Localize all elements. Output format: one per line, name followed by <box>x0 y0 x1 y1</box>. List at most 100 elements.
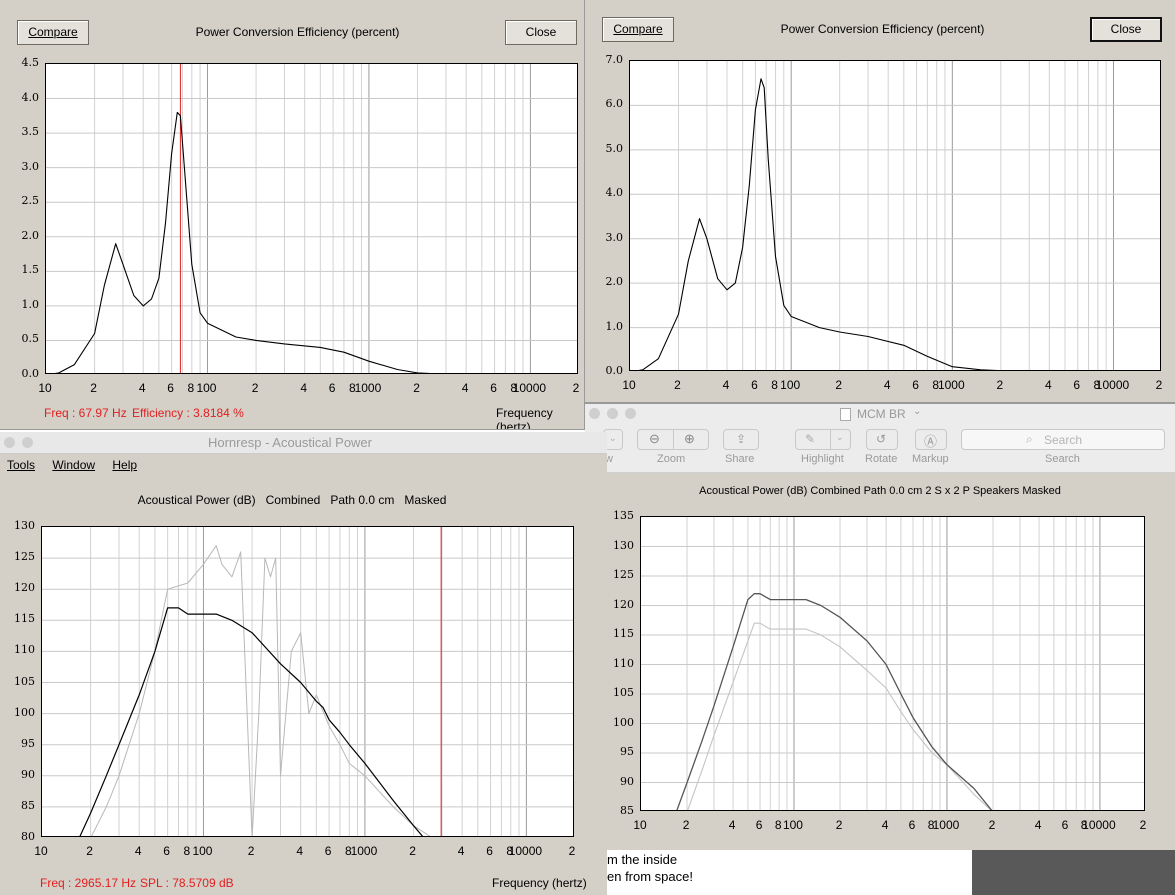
document-icon <box>840 408 851 421</box>
zoom-control[interactable]: ⊖ ⊕ <box>637 429 709 450</box>
chart-title: Acoustical Power (dB) Combined Path 0.0 … <box>699 485 1061 497</box>
y-tick-label: 0.5 <box>21 332 40 346</box>
x-tick-label: 2 <box>572 381 580 395</box>
menu-help[interactable]: Help <box>112 458 137 472</box>
preview-titlebar: MCM BR ⌄ <box>585 404 1175 426</box>
y-tick-label: 4.5 <box>21 56 40 69</box>
x-tick-label: 6 <box>751 378 758 392</box>
highlight-control[interactable]: ✎ ⌄ <box>795 429 851 450</box>
search-icon: ⌕ <box>1026 432 1033 446</box>
divider <box>830 430 831 449</box>
rotate-button[interactable]: ↺ <box>866 429 898 450</box>
compare-button[interactable]: Compare <box>602 17 674 42</box>
x-tick-label: 4 <box>883 378 891 392</box>
traffic-light-dot[interactable] <box>625 408 636 419</box>
preview-window: MCM BR ⌄ ⌄ w ⊖ ⊕ Zoom ⇪ Share ✎ ⌄ Highli… <box>585 404 1175 850</box>
y-tick-label: 6.0 <box>605 97 624 111</box>
x-tick-label: 2 <box>86 844 93 858</box>
zoom-in-icon[interactable]: ⊕ <box>684 431 695 447</box>
x-tick-label: 6 <box>912 378 919 392</box>
highlight-pen-icon: ✎ <box>805 432 816 446</box>
x-tick-label: 2 <box>1155 378 1163 392</box>
y-tick-label: 4.0 <box>21 90 40 104</box>
status-efficiency: Efficiency : 3.8184 % <box>132 406 244 420</box>
compare-button[interactable]: Compare <box>17 20 89 45</box>
rotate-label: Rotate <box>865 453 898 465</box>
background-text-line-1: m the inside <box>607 852 678 867</box>
y-tick-label: 3.0 <box>21 159 40 173</box>
markup-button[interactable]: Ⓐ <box>915 429 947 450</box>
x-axis-title: Frequency (hertz) <box>492 876 587 890</box>
traffic-light-dot[interactable] <box>607 408 618 419</box>
x-tick-label: 4 <box>138 381 146 395</box>
x-tick-label: 1000 <box>937 378 965 392</box>
menu-tools[interactable]: Tools <box>7 458 35 472</box>
x-tick-label: 1000 <box>350 844 378 858</box>
share-label: Share <box>725 453 755 465</box>
x-tick-label: 4 <box>881 818 889 832</box>
status-frequency: Freq : 67.97 Hz <box>44 406 127 420</box>
traffic-light-dot[interactable] <box>589 408 600 419</box>
y-tick-label: 110 <box>14 643 35 657</box>
x-tick-label: 2 <box>988 818 996 832</box>
series-line-1 <box>79 607 424 836</box>
x-tick-label: 4 <box>1034 818 1042 832</box>
plot-area <box>45 63 578 374</box>
y-tick-label: 1.5 <box>21 263 40 277</box>
x-tick-label: 10 <box>38 381 52 395</box>
series-line-1 <box>54 111 431 373</box>
chart-svg <box>46 64 577 373</box>
y-tick-label: 0.0 <box>605 364 624 377</box>
plot-area <box>41 526 574 837</box>
x-axis-title: Frequency (hertz) <box>496 406 553 430</box>
search-input-placeholder: Search <box>1044 433 1083 447</box>
series-line-1 <box>676 593 993 810</box>
y-tick-label: 80 <box>21 830 35 843</box>
search-field[interactable]: ⌕ Search <box>961 429 1165 450</box>
y-tick-label: 125 <box>14 550 35 564</box>
x-tick-label: 4 <box>300 381 308 395</box>
x-tick-label: 2 <box>835 378 843 392</box>
x-tick-label: 10000 <box>508 844 543 858</box>
background-document: m the inside en from space! <box>585 848 975 895</box>
chart-svg <box>630 61 1160 370</box>
close-button[interactable]: Close <box>1090 17 1162 42</box>
x-tick-label: 4 <box>296 844 304 858</box>
y-tick-label: 120 <box>14 581 35 595</box>
preview-window-title: MCM BR <box>857 407 906 421</box>
x-tick-label: 4 <box>134 844 142 858</box>
y-tick-label: 85 <box>21 798 35 812</box>
x-tick-label: 2 <box>674 378 681 392</box>
x-tick-label: 2 <box>835 818 843 832</box>
share-button[interactable]: ⇪ <box>723 429 759 450</box>
x-tick-label: 6 <box>328 381 336 395</box>
y-tick-label: 2.0 <box>605 275 624 289</box>
close-button[interactable]: Close <box>505 20 577 45</box>
y-tick-label: 5.0 <box>605 141 624 155</box>
x-tick-label: 1000 <box>354 381 382 395</box>
acoustical-power-window: Hornresp - Acoustical Power Tools Window… <box>0 432 607 895</box>
x-tick-label: 10 <box>633 818 647 832</box>
x-tick-label: 10000 <box>1095 378 1130 392</box>
x-tick-label: 100 <box>780 378 801 392</box>
x-tick-label: 2 <box>90 381 97 395</box>
chart-title: Acoustical Power (dB) Combined Path 0.0 … <box>137 493 447 507</box>
chevron-down-icon[interactable]: ⌄ <box>913 406 921 417</box>
y-tick-label: 105 <box>14 674 35 688</box>
y-tick-label: 115 <box>14 612 35 626</box>
x-tick-label: 6 <box>1061 818 1069 832</box>
x-tick-label: 4 <box>722 378 730 392</box>
x-tick-label: 4 <box>1045 378 1052 392</box>
window-title: Hornresp - Acoustical Power <box>207 435 372 450</box>
y-tick-label: 100 <box>14 705 35 719</box>
x-tick-label: 2 <box>413 381 420 395</box>
zoom-out-icon[interactable]: ⊖ <box>649 431 660 447</box>
x-tick-label: 4 <box>457 844 465 858</box>
chart-title: Power Conversion Efficiency (percent) <box>195 25 400 39</box>
menu-window[interactable]: Window <box>52 458 95 472</box>
x-tick-label: 10 <box>622 378 636 392</box>
x-tick-label: 6 <box>324 844 332 858</box>
x-tick-label: 6 <box>163 844 170 858</box>
status-spl: SPL : 78.5709 dB <box>140 876 234 890</box>
x-tick-label: 10000 <box>512 381 547 395</box>
